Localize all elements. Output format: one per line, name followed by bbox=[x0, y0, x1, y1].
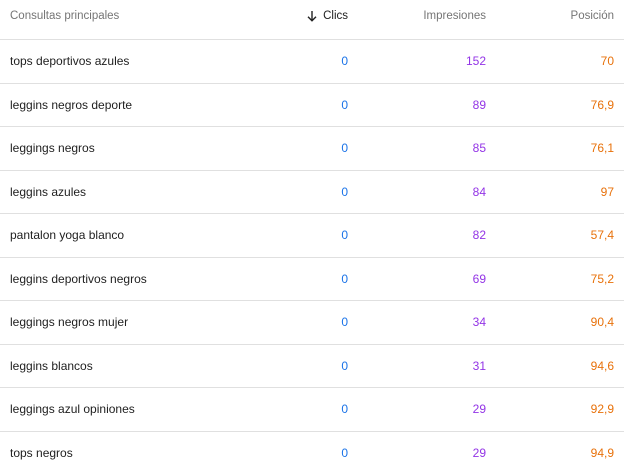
query-cell: leggings azul opiniones bbox=[10, 402, 135, 417]
header-query[interactable]: Consultas principales bbox=[10, 0, 119, 35]
query-cell: leggins azules bbox=[10, 184, 87, 199]
impressions-cell: 29 bbox=[472, 402, 486, 417]
position-cell: 94,9 bbox=[590, 446, 614, 461]
table-row[interactable]: tops negros 0 29 94,9 bbox=[0, 432, 624, 476]
table-row[interactable]: leggings negros 0 85 76,1 bbox=[0, 127, 624, 171]
position-cell: 97 bbox=[600, 184, 614, 199]
clicks-cell: 0 bbox=[341, 271, 348, 286]
table-row[interactable]: leggins azules 0 84 97 bbox=[0, 171, 624, 214]
impressions-cell: 82 bbox=[472, 228, 486, 243]
impressions-cell: 85 bbox=[472, 141, 486, 156]
clicks-cell: 0 bbox=[341, 315, 348, 330]
query-cell: leggings negros mujer bbox=[10, 315, 129, 330]
queries-table: Consultas principales Clics Impresiones … bbox=[0, 0, 624, 476]
header-impressions[interactable]: Impresiones bbox=[423, 0, 486, 35]
clicks-cell: 0 bbox=[341, 358, 348, 373]
query-cell: leggings negros bbox=[10, 141, 95, 156]
table-row[interactable]: pantalon yoga blanco 0 82 57,4 bbox=[0, 214, 624, 258]
clicks-cell: 0 bbox=[341, 141, 348, 156]
query-cell: tops negros bbox=[10, 446, 73, 461]
position-cell: 75,2 bbox=[590, 271, 614, 286]
table-row[interactable]: leggings negros mujer 0 34 90,4 bbox=[0, 301, 624, 345]
position-cell: 76,9 bbox=[590, 97, 614, 112]
position-cell: 90,4 bbox=[590, 315, 614, 330]
query-cell: pantalon yoga blanco bbox=[10, 228, 125, 243]
impressions-cell: 152 bbox=[465, 54, 486, 69]
table-row[interactable]: leggings azul opiniones 0 29 92,9 bbox=[0, 388, 624, 432]
table-row[interactable]: leggins blancos 0 31 94,6 bbox=[0, 345, 624, 388]
impressions-cell: 89 bbox=[472, 97, 486, 112]
table-row[interactable]: leggins negros deporte 0 89 76,9 bbox=[0, 84, 624, 127]
position-cell: 92,9 bbox=[590, 402, 614, 417]
query-cell: leggins deportivos negros bbox=[10, 271, 147, 286]
clicks-cell: 0 bbox=[341, 97, 348, 112]
position-cell: 70 bbox=[600, 54, 614, 69]
arrow-down-icon bbox=[306, 10, 318, 22]
clicks-cell: 0 bbox=[341, 446, 348, 461]
header-position[interactable]: Posición bbox=[571, 0, 614, 35]
table-header: Consultas principales Clics Impresiones … bbox=[0, 0, 624, 40]
header-clicks[interactable]: Clics bbox=[306, 0, 348, 35]
header-clicks-label: Clics bbox=[323, 9, 348, 22]
impressions-cell: 34 bbox=[472, 315, 486, 330]
impressions-cell: 31 bbox=[472, 358, 486, 373]
clicks-cell: 0 bbox=[341, 54, 348, 69]
clicks-cell: 0 bbox=[341, 402, 348, 417]
impressions-cell: 69 bbox=[472, 271, 486, 286]
table-row[interactable]: tops deportivos azules 0 152 70 bbox=[0, 40, 624, 84]
position-cell: 76,1 bbox=[590, 141, 614, 156]
query-cell: tops deportivos azules bbox=[10, 54, 130, 69]
position-cell: 57,4 bbox=[590, 228, 614, 243]
table-row[interactable]: leggins deportivos negros 0 69 75,2 bbox=[0, 258, 624, 301]
impressions-cell: 84 bbox=[472, 184, 486, 199]
query-cell: leggins negros deporte bbox=[10, 97, 133, 112]
impressions-cell: 29 bbox=[472, 446, 486, 461]
clicks-cell: 0 bbox=[341, 228, 348, 243]
clicks-cell: 0 bbox=[341, 184, 348, 199]
position-cell: 94,6 bbox=[590, 358, 614, 373]
query-cell: leggins blancos bbox=[10, 358, 93, 373]
